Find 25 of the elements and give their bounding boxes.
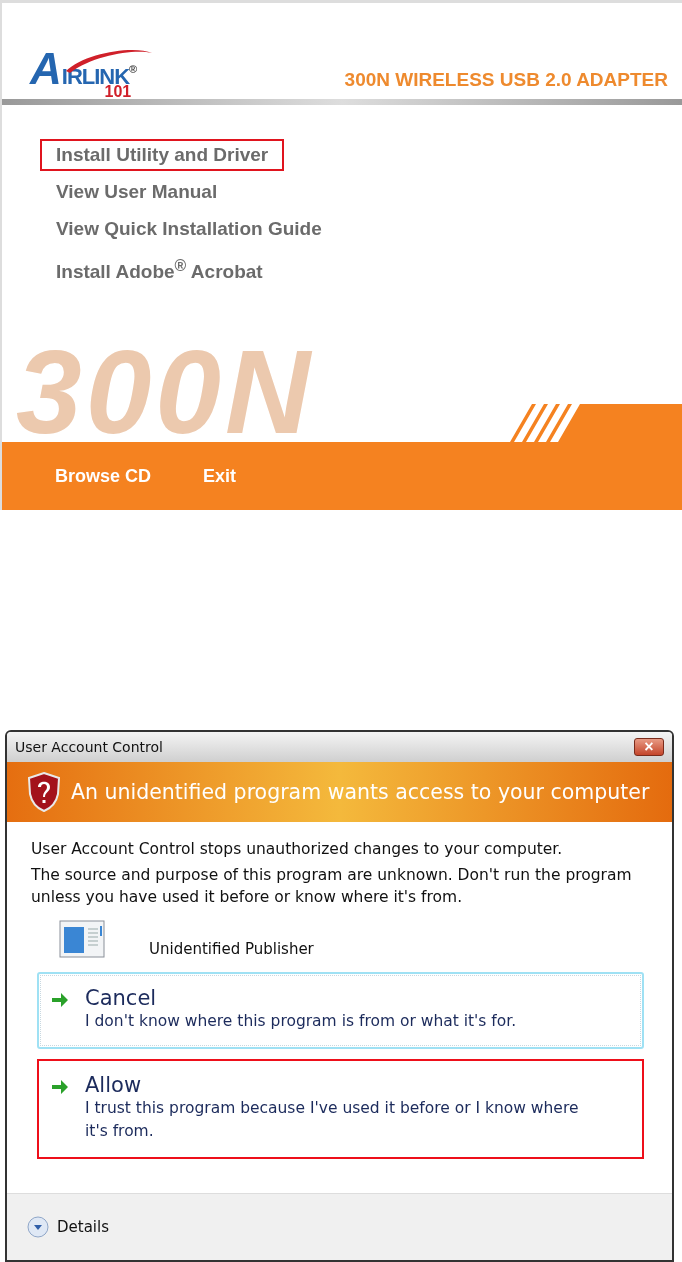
details-button[interactable]: Details — [27, 1216, 109, 1238]
option-title: Cancel — [85, 986, 157, 1010]
menu-link[interactable]: Install Adobe$^{®}$ Acrobat — [40, 250, 279, 289]
logo: AIRLINK® 101 — [30, 31, 138, 95]
menu-link[interactable]: Install Utility and Driver — [40, 139, 285, 171]
option-description: I don't know where this program is from or what it's for. — [85, 1011, 517, 1032]
dialog-message: The source and purpose of this program are unknown. Don't run the program unless you have used it before or know where it's from. — [31, 865, 633, 908]
window-title: User Account Control — [15, 739, 163, 755]
banner-heading: An unidentified program wants access to your computer — [71, 780, 650, 804]
option-button[interactable]: Allow I trust this program because I've used it before or I know where it's from. — [37, 1059, 644, 1159]
expand-icon — [27, 1216, 49, 1238]
arrow-icon — [51, 992, 69, 1008]
menu-link[interactable]: View Quick Installation Guide — [40, 213, 338, 245]
arrow-icon — [51, 1079, 69, 1095]
program-icon — [59, 920, 105, 958]
option-description: I trust this program because I've used it before or I know where it's from. — [85, 1098, 580, 1142]
option-button[interactable]: Cancel I don't know where this program is from or what it's for. — [37, 972, 644, 1049]
shield-icon — [27, 772, 61, 812]
product-title: 300N WIRELESS USB 2.0 ADAPTER — [344, 69, 668, 91]
backdrop-text: 300N — [16, 342, 315, 442]
close-button[interactable]: × — [634, 738, 664, 756]
option-title: Allow — [85, 1073, 142, 1097]
menu-link[interactable]: View User Manual — [40, 176, 234, 208]
dialog-message: User Account Control stops unauthorized changes to your computer. — [31, 839, 564, 860]
publisher-label: Unidentified Publisher — [149, 940, 314, 958]
